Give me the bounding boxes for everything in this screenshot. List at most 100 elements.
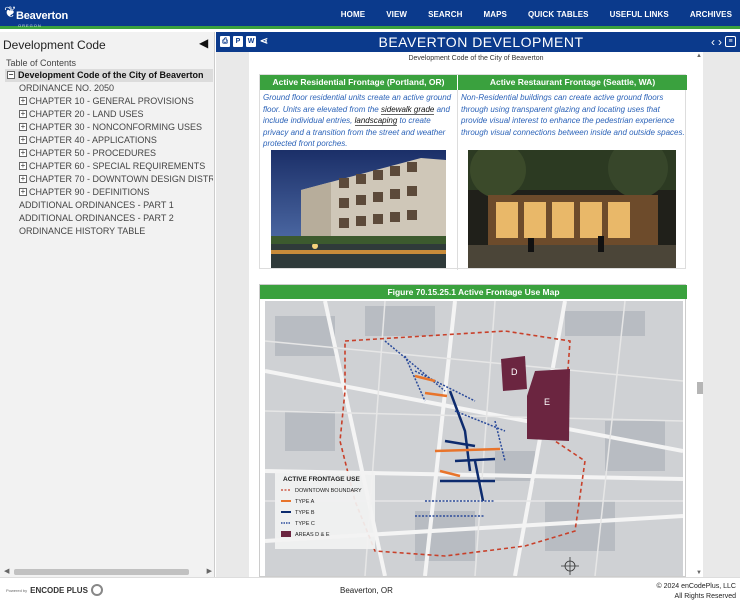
sidebar: Development Code ◀ Table of Contents − D… — [0, 32, 215, 577]
map-legend: ACTIVE FRONTAGE USE DOWNTOWN BOUNDARY TY… — [275, 471, 375, 549]
share-icon[interactable]: ⋖ — [259, 36, 269, 47]
expand-icon[interactable]: + — [19, 149, 27, 157]
toc-item-label: CHAPTER 50 - PROCEDURES — [29, 148, 157, 158]
map-figure-title: Figure 70.15.25.1 Active Frontage Use Ma… — [260, 285, 687, 299]
encodeplus-logo-icon — [90, 584, 103, 596]
nav-search[interactable]: SEARCH — [428, 10, 462, 19]
footer: Powered by ENCODE PLUS Beaverton, OR © 2… — [0, 577, 740, 600]
logo-subtext: OREGON — [18, 23, 42, 28]
running-header: Development Code of the City of Beaverto… — [408, 55, 544, 62]
toc-item-label: CHAPTER 30 - NONCONFORMING USES — [29, 122, 203, 132]
expand-icon[interactable]: + — [19, 97, 27, 105]
expand-icon[interactable]: + — [19, 123, 27, 131]
copyright: © 2024 enCodePlus, LLC All Rights Reserv… — [657, 582, 737, 602]
nav-quick-tables[interactable]: QUICK TABLES — [528, 10, 589, 19]
expand-icon[interactable]: + — [19, 162, 27, 170]
restaurant-storefront-photo — [468, 150, 676, 268]
sidebar-horizontal-scrollbar[interactable]: ◀ ▶ — [4, 568, 212, 576]
sidebar-title: Development Code — [3, 38, 106, 52]
next-section-icon[interactable]: › — [718, 35, 722, 49]
nav-archives[interactable]: ARCHIVES — [690, 10, 732, 19]
document-tools: ⎙ P W ⋖ — [220, 36, 269, 47]
toc-item-label: ADDITIONAL ORDINANCES - PART 1 — [19, 200, 174, 210]
restaurant-frontage-heading: Active Restaurant Frontage (Seattle, WA) — [458, 75, 687, 90]
residential-building-photo — [271, 150, 446, 268]
toc-item-label: ADDITIONAL ORDINANCES - PART 2 — [19, 213, 174, 223]
powered-by[interactable]: Powered by ENCODE PLUS — [6, 584, 103, 596]
legend-areas-d-e: AREAS D & E — [295, 532, 330, 538]
toc-item-label: ORDINANCE HISTORY TABLE — [19, 226, 146, 236]
toc-label: Table of Contents — [6, 58, 77, 68]
frontage-examples-table: Active Residential Frontage (Portland, O… — [259, 74, 687, 270]
table-view-icon[interactable]: ≡ — [725, 36, 736, 47]
document-page: Development Code of the City of Beaverto… — [249, 52, 703, 577]
toc-item[interactable]: ORDINANCE NO. 2050 — [5, 82, 213, 95]
toc-item[interactable]: + CHAPTER 70 - DOWNTOWN DESIGN DISTRICT — [5, 173, 213, 186]
scroll-down-icon[interactable]: ▼ — [696, 570, 702, 576]
toc-item[interactable]: ADDITIONAL ORDINANCES - PART 2 — [5, 212, 213, 225]
document-viewer: Development Code of the City of Beaverto… — [216, 52, 740, 577]
legend-type-b: TYPE B — [295, 510, 315, 516]
nav-view[interactable]: VIEW — [386, 10, 407, 19]
collapse-sidebar-icon[interactable]: ◀ — [199, 36, 208, 50]
table-of-contents: − Development Code of the City of Beaver… — [5, 69, 213, 238]
legend-downtown-boundary: DOWNTOWN BOUNDARY — [295, 488, 362, 494]
toc-item[interactable]: + CHAPTER 10 - GENERAL PROVISIONS — [5, 95, 213, 108]
nav-useful-links[interactable]: USEFUL LINKS — [610, 10, 669, 19]
expand-icon[interactable]: + — [19, 136, 27, 144]
toc-item-label: ORDINANCE NO. 2050 — [19, 83, 115, 93]
beaverton-logo[interactable]: ❦ Beaverton OREGON — [4, 3, 68, 28]
toc-item-label: CHAPTER 90 - DEFINITIONS — [29, 187, 150, 197]
scroll-left-icon[interactable]: ◀ — [4, 567, 9, 575]
expand-icon[interactable]: + — [19, 175, 27, 183]
expand-icon[interactable]: + — [19, 110, 27, 118]
collapse-icon[interactable]: − — [7, 71, 15, 79]
residential-frontage-heading: Active Residential Frontage (Portland, O… — [260, 75, 457, 90]
area-d-label: D — [511, 367, 518, 377]
document-vertical-scrollbar[interactable]: ▲ ▼ — [696, 52, 704, 577]
nav-maps[interactable]: MAPS — [483, 10, 507, 19]
toc-item[interactable]: + CHAPTER 60 - SPECIAL REQUIREMENTS — [5, 160, 213, 173]
footer-city: Beaverton, OR — [340, 586, 393, 595]
print-icon[interactable]: ⎙ — [220, 36, 230, 47]
toc-item-label: CHAPTER 10 - GENERAL PROVISIONS — [29, 96, 194, 106]
toc-item-label: CHAPTER 40 - APPLICATIONS — [29, 135, 157, 145]
toc-item[interactable]: + CHAPTER 90 - DEFINITIONS — [5, 186, 213, 199]
scroll-right-icon[interactable]: ▶ — [207, 567, 212, 575]
toc-item[interactable]: ORDINANCE HISTORY TABLE — [5, 225, 213, 238]
tree-logo-icon: ❦ — [4, 4, 17, 21]
copyright-text: © 2024 enCodePlus, LLC — [656, 583, 737, 590]
toc-root-item[interactable]: − Development Code of the City of Beaver… — [5, 69, 213, 82]
active-frontage-map-figure: Figure 70.15.25.1 Active Frontage Use Ma… — [259, 284, 687, 577]
document-navigation: ‹ › ≡ — [711, 35, 736, 49]
active-frontage-map[interactable]: D E ACTIVE FRONTAGE USE DOWNTOWN BOUNDAR… — [265, 301, 683, 576]
toc-item[interactable]: + CHAPTER 40 - APPLICATIONS — [5, 134, 213, 147]
rights-text: All Rights Reserved — [674, 593, 736, 600]
sidewalk-grade-link[interactable]: sidewalk grade — [380, 104, 435, 115]
area-e-label: E — [544, 397, 550, 407]
encodeplus-brand: ENCODE PLUS — [30, 585, 88, 595]
expand-icon[interactable]: + — [19, 188, 27, 196]
legend-title: ACTIVE FRONTAGE USE — [283, 476, 360, 483]
landscaping-link[interactable]: landscaping — [354, 116, 398, 126]
toc-item[interactable]: + CHAPTER 20 - LAND USES — [5, 108, 213, 121]
scroll-up-icon[interactable]: ▲ — [696, 53, 702, 59]
toc-item[interactable]: + CHAPTER 30 - NONCONFORMING USES — [5, 121, 213, 134]
main-nav: HOME VIEW SEARCH MAPS QUICK TABLES USEFU… — [320, 0, 732, 29]
toc-item-label: CHAPTER 60 - SPECIAL REQUIREMENTS — [29, 161, 206, 171]
toc-item-label: CHAPTER 20 - LAND USES — [29, 109, 144, 119]
pdf-icon[interactable]: P — [233, 36, 243, 47]
toc-item[interactable]: + CHAPTER 50 - PROCEDURES — [5, 147, 213, 160]
residential-frontage-description: Ground floor residential units create an… — [263, 92, 455, 150]
previous-section-icon[interactable]: ‹ — [711, 35, 715, 49]
scrollbar-thumb[interactable] — [697, 382, 703, 394]
powered-by-label: Powered by — [6, 587, 28, 593]
top-navigation-bar: ❦ Beaverton OREGON HOME VIEW SEARCH MAPS… — [0, 0, 740, 29]
toc-item[interactable]: ADDITIONAL ORDINANCES - PART 1 — [5, 199, 213, 212]
scrollbar-thumb[interactable] — [14, 569, 189, 575]
word-icon[interactable]: W — [246, 36, 256, 47]
document-toolbar: ⎙ P W ⋖ BEAVERTON DEVELOPMENT CODE ‹ › ≡ — [216, 32, 740, 66]
nav-home[interactable]: HOME — [341, 10, 365, 19]
legend-type-a: TYPE A — [295, 499, 315, 505]
toc-root-label: Development Code of the City of Beaverto… — [18, 70, 204, 80]
